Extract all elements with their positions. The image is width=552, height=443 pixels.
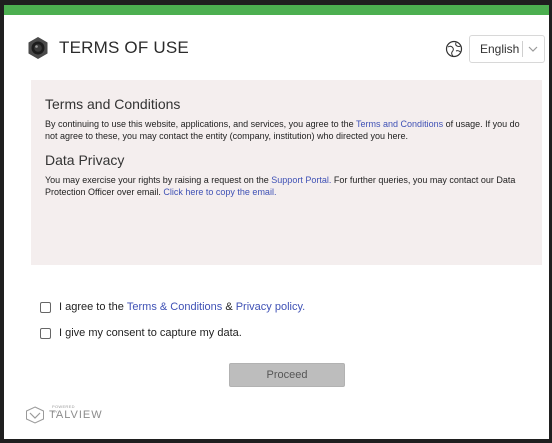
privacy-heading: Data Privacy — [45, 152, 125, 168]
capture-consent-checkbox[interactable] — [40, 327, 51, 339]
talview-logo-icon — [26, 406, 44, 424]
terms-and-conditions-link[interactable]: Terms and Conditions — [356, 119, 443, 129]
page-header: TERMS OF USE English — [4, 27, 549, 73]
terms-text-before: By continuing to use this website, appli… — [45, 119, 357, 129]
camera-lens-logo-icon — [28, 37, 48, 59]
terms-text: By continuing to use this website, appli… — [45, 118, 528, 142]
proceed-button[interactable]: Proceed — [229, 363, 345, 387]
terms-panel: Terms and Conditions By continuing to us… — [31, 80, 542, 265]
agree-terms-checkbox[interactable] — [40, 301, 51, 313]
terms-heading: Terms and Conditions — [45, 96, 181, 112]
privacy-policy-link[interactable]: Privacy policy. — [236, 301, 305, 313]
privacy-text-before: You may exercise your rights by raising … — [45, 175, 272, 185]
support-portal-link[interactable]: Support Portal. — [271, 175, 331, 185]
page-title: TERMS OF USE — [59, 38, 189, 57]
language-select-divider — [522, 41, 523, 57]
agree-prefix-label: I agree to the — [59, 301, 127, 313]
privacy-text: You may exercise your rights by raising … — [45, 174, 528, 198]
terms-conditions-link[interactable]: Terms & Conditions — [127, 301, 222, 313]
chevron-down-icon — [528, 46, 538, 52]
consent-checks: I agree to the Terms & Conditions & Priv… — [40, 298, 305, 350]
accent-bar — [4, 5, 549, 15]
terms-page: TERMS OF USE English Terms and Condition… — [4, 5, 549, 439]
brand-name: TALVIEW — [49, 409, 103, 421]
language-select[interactable]: English — [469, 35, 545, 63]
globe-language-icon[interactable] — [445, 40, 463, 58]
capture-consent-label: I give my consent to capture my data. — [59, 327, 242, 339]
copy-email-link[interactable]: Click here to copy the email. — [163, 187, 276, 197]
ampersand-label: & — [222, 301, 236, 313]
capture-consent-row: I give my consent to capture my data. — [40, 324, 305, 342]
language-selected-value: English — [480, 42, 520, 56]
agree-terms-row: I agree to the Terms & Conditions & Priv… — [40, 298, 305, 316]
